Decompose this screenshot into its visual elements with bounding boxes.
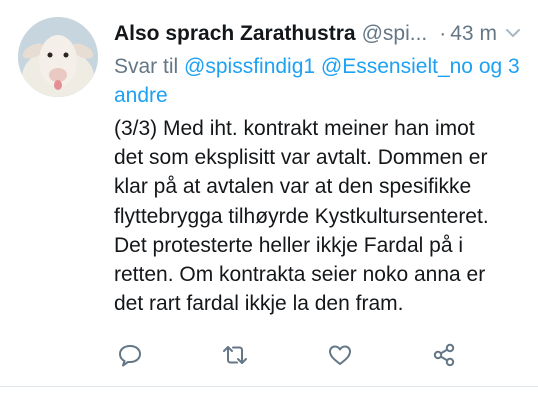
tweet-text: (3/3) Med iht. kontrakt meiner han imot … — [114, 114, 529, 318]
sheep-avatar-image — [18, 17, 98, 97]
tweet-text-line: (3/3) Med iht. kontrakt meiner han imot — [114, 117, 475, 140]
tweet-actions — [0, 338, 538, 372]
user-handle[interactable]: @spi... — [362, 22, 428, 45]
tweet-text-line: retten. Om kontrakta seier noko anna er — [114, 263, 486, 287]
reply-conjunction: og — [478, 55, 503, 78]
tweet-divider — [0, 386, 538, 387]
heart-icon — [329, 345, 351, 365]
retweet-icon — [223, 346, 247, 364]
share-icon — [433, 343, 455, 367]
reply-icon — [119, 345, 141, 367]
tweet-menu-button[interactable] — [504, 26, 522, 40]
chevron-down-icon — [506, 29, 520, 37]
tweet-text-line: klar på at avtalen var at den spesifikke — [114, 175, 472, 199]
mention-link[interactable]: @spissfindig1 — [184, 55, 315, 78]
display-name[interactable]: Also sprach Zarathustra — [114, 22, 356, 45]
separator-dot: · — [439, 22, 447, 45]
mention-link[interactable]: @Essensielt_no — [321, 55, 473, 78]
tweet-text-line: det rart fardal ikkje la den fram. — [114, 292, 404, 316]
share-button[interactable] — [427, 338, 461, 372]
reply-context: Svar til @spissfindig1 @Essensielt_no og… — [114, 52, 524, 110]
tweet-header: Also sprach Zarathustra @spi... · 43 m — [114, 18, 524, 50]
tweet-text-line: Det protesterte heller ikkje Fardal på i — [114, 233, 463, 257]
avatar[interactable] — [18, 17, 98, 97]
tweet[interactable]: Also sprach Zarathustra @spi... · 43 m Svar… — [0, 0, 538, 386]
like-button[interactable] — [323, 338, 357, 372]
retweet-button[interactable] — [218, 338, 252, 372]
timestamp[interactable]: 43 m — [450, 22, 497, 45]
reply-prefix: Svar til — [114, 55, 179, 78]
tweet-text-line: flyttebrygga tilhøyrde Kystkultursentere… — [114, 204, 489, 228]
reply-button[interactable] — [113, 338, 147, 372]
tweet-text-line: det som eksplisitt var avtalt. Dommen er — [114, 146, 488, 170]
